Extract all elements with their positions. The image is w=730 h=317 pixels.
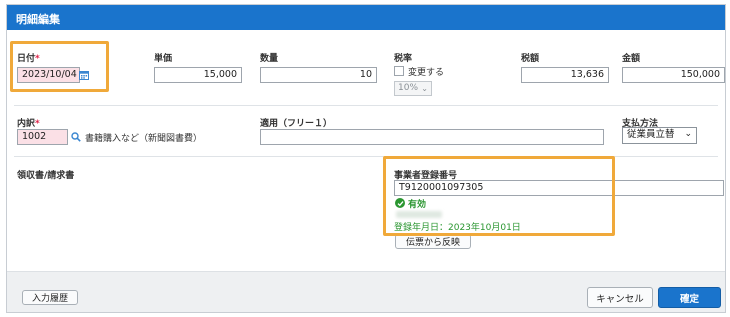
remarks-input[interactable] [260,129,604,145]
breakdown-code-input[interactable]: 1002 [17,129,68,145]
quantity-label: 数量 [260,54,279,64]
search-icon[interactable] [69,130,83,144]
chevron-down-icon: ⌄ [684,129,692,139]
chevron-down-icon: ⌄ [421,84,428,93]
payment-select[interactable]: 従業員立替 ⌄ [622,127,697,144]
tax-rate-change-checkbox[interactable] [394,66,404,76]
tax-amount-label: 税額 [521,54,540,64]
amount-input[interactable]: 150,000 [622,67,725,83]
tax-amount-input[interactable]: 13,636 [521,67,609,83]
receipt-label: 領収書/請求書 [17,171,75,181]
breakdown-name: 書籍購入など（新聞図書費） [85,134,203,144]
tax-rate-select: 10% ⌄ [394,81,432,96]
reflect-from-slip-button[interactable]: 伝票から反映 [395,234,471,249]
unit-price-label: 単価 [154,54,173,64]
tax-rate-label: 税率 [394,54,413,64]
dialog-footer: 入力履歴 キャンセル 確定 [7,271,725,312]
required-mark: * [35,119,40,129]
tax-rate-select-value: 10% [398,83,419,93]
edit-dialog: 明細編集 日付* 2023/10/04 単価 15,000 数量 10 税率 変… [6,4,726,313]
input-history-button[interactable]: 入力履歴 [22,290,78,305]
date-highlight [10,41,109,92]
unit-price-input[interactable]: 15,000 [154,67,242,83]
confirm-button[interactable]: 確定 [658,287,721,308]
tax-rate-change-label: 変更する [408,68,445,78]
amount-label: 金額 [622,54,641,64]
cancel-button[interactable]: キャンセル [587,287,653,308]
row-divider [14,105,718,106]
registration-highlight [383,156,615,236]
breakdown-label-text: 内訳 [17,119,36,129]
breakdown-label: 内訳* [17,116,40,129]
payment-select-value: 従業員立替 [627,129,675,140]
quantity-input[interactable]: 10 [260,67,377,83]
dialog-title: 明細編集 [7,5,725,30]
remarks-label: 適用（フリー１） [260,119,333,129]
